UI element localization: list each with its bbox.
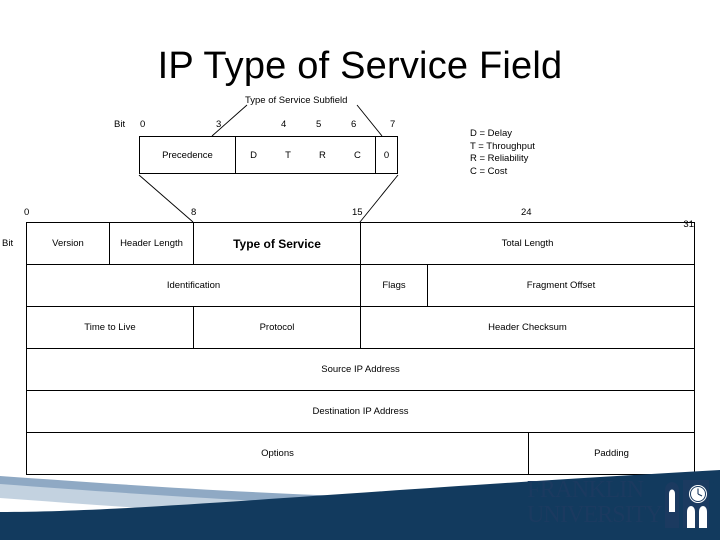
- header-bit-word: Bit: [2, 238, 14, 249]
- field-source-ip-address: Source IP Address: [321, 364, 400, 375]
- subfield-cell-reserved-zero: 0: [383, 149, 390, 161]
- subfield-bit-word: Bit: [114, 119, 126, 130]
- field-header-checksum: Header Checksum: [488, 322, 567, 333]
- field-protocol: Protocol: [194, 307, 361, 348]
- tos-legend: D = Delay T = Throughput R = Reliability…: [470, 128, 535, 178]
- subfield-bit-0: 0: [140, 119, 146, 130]
- field-type-of-service: Type of Service: [194, 223, 361, 264]
- field-version: Version: [27, 223, 110, 264]
- tos-subfield-table: Precedence D T R C 0: [139, 136, 398, 174]
- legend-item-throughput: T = Throughput: [470, 140, 535, 152]
- page-title: IP Type of Service Field: [157, 45, 563, 87]
- subfield-flag-group: D T R C: [236, 137, 376, 173]
- field-flags: Flags: [361, 265, 428, 306]
- subfield-cell-reliability: R: [319, 149, 326, 161]
- field-total-length: Total Length: [501, 238, 554, 249]
- slide-canvas: IP Type of Service Field Type of Service…: [0, 0, 720, 540]
- header-bit-8: 8: [191, 207, 197, 218]
- legend-item-reliability: R = Reliability: [470, 153, 529, 164]
- subfield-cell-cost: C: [354, 149, 361, 161]
- field-destination-ip-address: Destination IP Address: [312, 406, 409, 417]
- table-row: Destination IP Address: [27, 391, 694, 433]
- legend-item-delay: D = Delay: [470, 128, 512, 139]
- ip-header-table: Version Header Length Type of Service To…: [26, 222, 695, 475]
- table-row: Version Header Length Type of Service To…: [27, 223, 694, 265]
- subfield-cell-precedence: Precedence: [140, 137, 236, 173]
- subfield-cell-delay: D: [250, 149, 257, 161]
- logo-line-university: UNIVERSITY: [527, 502, 663, 528]
- subfield-bit-4: 4: [281, 119, 287, 130]
- bell-tower-icon: [665, 480, 709, 528]
- subfield-bit-6: 6: [351, 119, 357, 130]
- legend-item-cost: C = Cost: [470, 165, 508, 177]
- logo-wordmark: FRANKLIN UNIVERSITY: [527, 478, 663, 527]
- field-time-to-live: Time to Live: [27, 307, 194, 348]
- subfield-cell-throughput: T: [285, 149, 291, 161]
- field-identification: Identification: [27, 265, 361, 306]
- header-bit-15: 15: [352, 207, 363, 218]
- table-row: Identification Flags Fragment Offset: [27, 265, 694, 307]
- field-fragment-offset: Fragment Offset: [526, 280, 596, 291]
- logo-line-franklin: FRANKLIN: [527, 477, 644, 503]
- table-row: Source IP Address: [27, 349, 694, 391]
- subfield-bit-7: 7: [390, 119, 396, 130]
- subfield-caption: Type of Service Subfield: [245, 95, 348, 106]
- table-row: Time to Live Protocol Header Checksum: [27, 307, 694, 349]
- header-bit-0: 0: [24, 207, 30, 218]
- header-bit-24: 24: [521, 207, 532, 218]
- subfield-bit-3: 3: [216, 119, 222, 130]
- field-header-length: Header Length: [110, 223, 194, 264]
- franklin-university-logo: FRANKLIN UNIVERSITY: [527, 478, 709, 536]
- subfield-bit-5: 5: [316, 119, 322, 130]
